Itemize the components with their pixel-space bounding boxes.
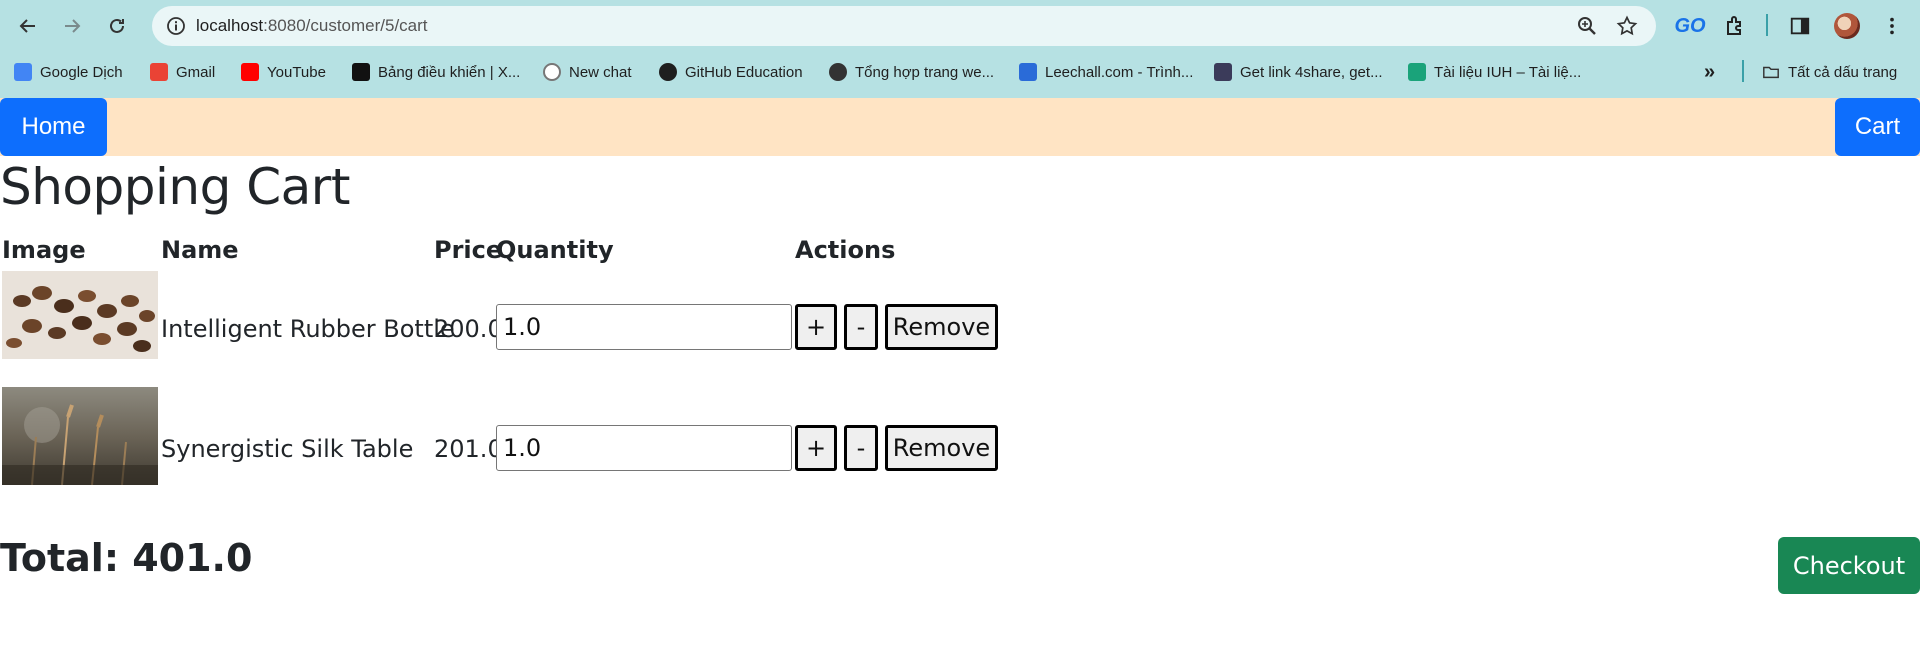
bookmark-label: Google Dịch — [40, 63, 123, 81]
bookmark-label: Tất cả dấu trang — [1788, 63, 1898, 81]
bookmark-label: Bảng điều khiển | X... — [378, 63, 521, 81]
all-bookmarks-folder[interactable]: Tất cả dấu trang — [1762, 58, 1897, 86]
url-host: localhost — [196, 16, 264, 35]
column-header-image: Image — [2, 236, 86, 264]
bookmarks-bar: Google Dịch Gmail YouTube Bảng điều khiể… — [0, 58, 1920, 86]
page-title: Shopping Cart — [0, 158, 350, 216]
more-vert-icon — [1890, 17, 1894, 35]
profile-avatar[interactable] — [1834, 13, 1860, 39]
reload-icon — [110, 18, 124, 33]
bookmark-item[interactable]: Gmail — [150, 58, 215, 86]
arrow-left-icon — [19, 19, 35, 33]
product-image — [2, 271, 158, 359]
product-price: 200.0 — [434, 315, 503, 343]
leechall-icon — [1019, 63, 1037, 81]
back-button[interactable] — [12, 10, 44, 42]
bookmark-label: Gmail — [176, 63, 216, 81]
bookmark-item[interactable]: GitHub Education — [659, 58, 803, 86]
side-panel-icon — [1790, 17, 1810, 35]
folder-icon — [1763, 66, 1779, 79]
puzzle-icon — [1727, 16, 1741, 35]
bookmark-item[interactable]: Bảng điều khiển | X... — [352, 58, 520, 86]
column-header-actions: Actions — [795, 236, 896, 264]
youtube-icon — [241, 63, 259, 81]
column-header-price: Price — [434, 236, 503, 264]
cart-button[interactable]: Cart — [1835, 98, 1920, 156]
bookmark-item[interactable]: Tài liệu IUH – Tài liệ... — [1408, 58, 1581, 86]
bookmark-label: Tài liệu IUH – Tài liệ... — [1434, 63, 1582, 81]
address-bar[interactable]: localhost:8080/customer/5/cart — [152, 6, 1656, 46]
github-icon — [659, 63, 677, 81]
bookmark-item[interactable]: Tổng hợp trang we... — [829, 58, 994, 86]
chatgpt-icon — [543, 63, 561, 81]
quantity-input[interactable] — [496, 304, 792, 350]
chevron-double-right-icon: » — [1704, 60, 1716, 83]
navbar — [0, 98, 1920, 156]
product-name: Intelligent Rubber Bottle — [161, 315, 455, 343]
column-header-quantity: Quantity — [496, 236, 614, 264]
gmail-icon — [150, 63, 168, 81]
globe-icon — [829, 63, 847, 81]
toolbar-divider — [1766, 14, 1768, 36]
side-panel-button[interactable] — [1786, 12, 1814, 40]
bookmark-label: Get link 4share, get... — [1240, 63, 1383, 81]
extensions-button[interactable] — [1722, 12, 1750, 40]
cart-total: Total: 401.0 — [0, 536, 253, 580]
bookmarks-divider — [1742, 60, 1744, 82]
hostinger-icon — [352, 63, 370, 81]
more-bookmarks-button[interactable]: » — [1704, 58, 1715, 86]
product-name: Synergistic Silk Table — [161, 435, 414, 463]
product-price: 201.0 — [434, 435, 503, 463]
book-icon — [1408, 63, 1426, 81]
decrease-button[interactable]: - — [844, 304, 878, 350]
go-badge: GO — [1674, 14, 1706, 37]
reload-button[interactable] — [101, 10, 133, 42]
checkout-button[interactable]: Checkout — [1778, 537, 1920, 594]
bookmark-label: Tổng hợp trang we... — [855, 63, 995, 81]
bookmark-label: GitHub Education — [685, 63, 803, 81]
star-icon[interactable] — [1616, 15, 1638, 37]
remove-button[interactable]: Remove — [885, 304, 998, 350]
home-button[interactable]: Home — [0, 98, 107, 156]
column-header-name: Name — [161, 236, 239, 264]
forward-button[interactable] — [56, 10, 88, 42]
bookmark-label: Leechall.com - Trình... — [1045, 63, 1194, 81]
go-extension-button[interactable]: GO — [1674, 12, 1706, 40]
bookmark-label: YouTube — [267, 63, 326, 81]
url-text: localhost:8080/customer/5/cart — [196, 6, 428, 46]
bookmark-label: New chat — [569, 63, 632, 81]
google-translate-icon — [14, 63, 32, 81]
product-image — [2, 387, 158, 485]
menu-button[interactable] — [1878, 12, 1906, 40]
bookmark-item[interactable]: YouTube — [241, 58, 326, 86]
url-path: :8080/customer/5/cart — [263, 16, 428, 35]
increase-button[interactable]: + — [795, 304, 837, 350]
site-info-icon[interactable] — [166, 16, 186, 36]
bookmark-item[interactable]: New chat — [543, 58, 632, 86]
quantity-input[interactable] — [496, 425, 792, 471]
bookmark-item[interactable]: Google Dịch — [14, 58, 123, 86]
browser-chrome: localhost:8080/customer/5/cart GO Google… — [0, 0, 1920, 98]
bookmark-item[interactable]: Get link 4share, get... — [1214, 58, 1383, 86]
bookmark-item[interactable]: Leechall.com - Trình... — [1019, 58, 1193, 86]
remove-button[interactable]: Remove — [885, 425, 998, 471]
increase-button[interactable]: + — [795, 425, 837, 471]
zoom-icon[interactable] — [1576, 15, 1598, 37]
decrease-button[interactable]: - — [844, 425, 878, 471]
n-icon — [1214, 63, 1232, 81]
arrow-right-icon — [65, 19, 81, 33]
browser-toolbar: localhost:8080/customer/5/cart GO — [0, 0, 1920, 52]
